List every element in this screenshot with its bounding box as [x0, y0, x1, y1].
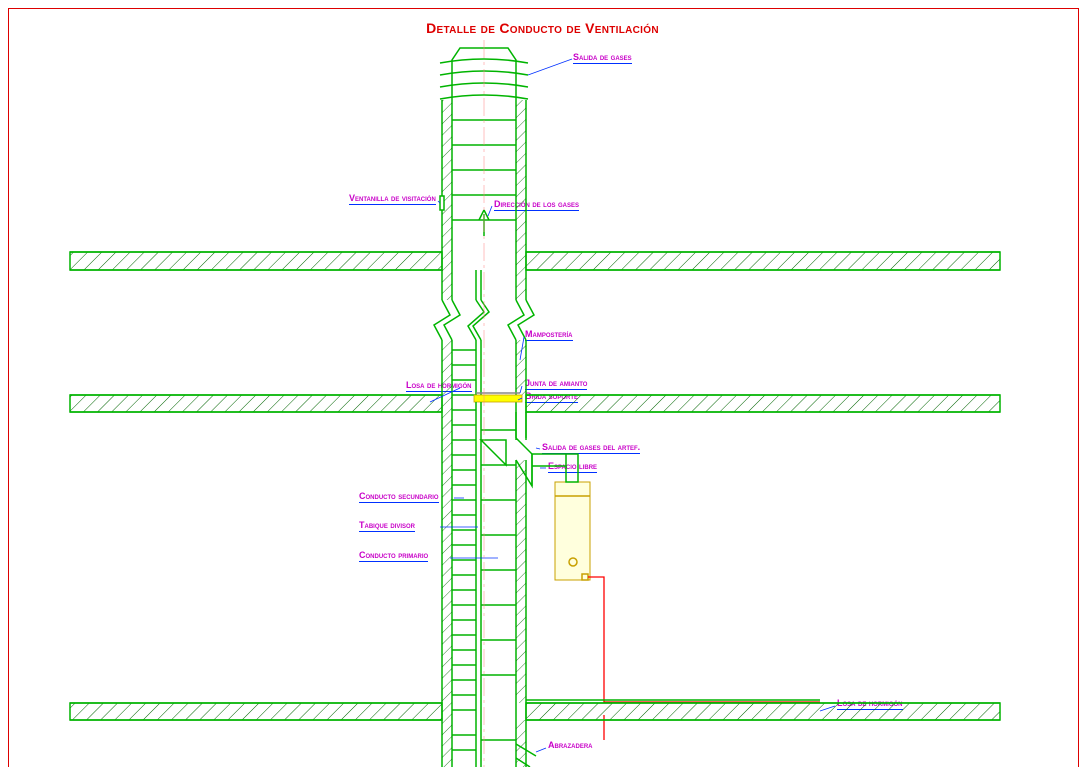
appliance: [532, 454, 590, 580]
primary-duct-joints: [481, 430, 516, 675]
slab-1: [70, 252, 1000, 270]
brida-soporte: [474, 395, 522, 402]
cad-drawing: [0, 0, 1085, 767]
slab-2: [70, 395, 1000, 412]
duct-assembly: [70, 40, 1000, 767]
slab-3: [70, 703, 1000, 720]
ladder-courses-left: [452, 350, 476, 710]
